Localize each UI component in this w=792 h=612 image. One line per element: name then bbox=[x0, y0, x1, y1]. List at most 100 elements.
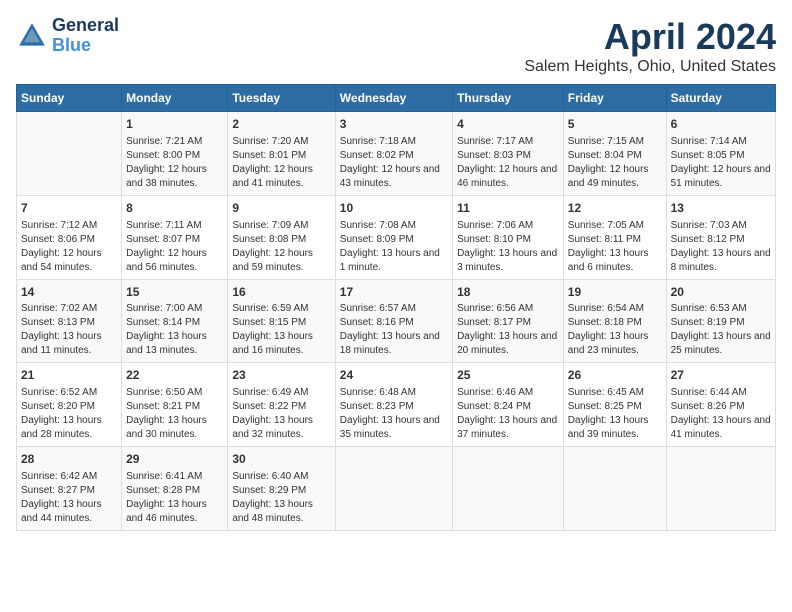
day-info: Sunrise: 6:41 AMSunset: 8:28 PMDaylight:… bbox=[126, 470, 223, 526]
calendar-cell: 6 Sunrise: 7:14 AMSunset: 8:05 PMDaylight… bbox=[666, 112, 775, 196]
calendar-table: SundayMondayTuesdayWednesdayThursdayFrid… bbox=[16, 84, 776, 531]
day-number: 19 bbox=[568, 284, 662, 301]
week-row-1: 7 Sunrise: 7:12 AMSunset: 8:06 PMDaylight… bbox=[17, 195, 776, 279]
day-number: 12 bbox=[568, 200, 662, 217]
day-number: 8 bbox=[126, 200, 223, 217]
day-number: 25 bbox=[457, 367, 559, 384]
day-info: Sunrise: 7:18 AMSunset: 8:02 PMDaylight:… bbox=[340, 135, 448, 191]
day-number: 9 bbox=[232, 200, 330, 217]
calendar-cell: 24 Sunrise: 6:48 AMSunset: 8:23 PMDayligh… bbox=[335, 363, 452, 447]
day-number: 14 bbox=[21, 284, 117, 301]
day-info: Sunrise: 7:11 AMSunset: 8:07 PMDaylight:… bbox=[126, 219, 223, 275]
calendar-cell: 14Sunrise: 7:02 AMSunset: 8:13 PMDayligh… bbox=[17, 279, 122, 363]
calendar-cell: 25 Sunrise: 6:46 AMSunset: 8:24 PMDayligh… bbox=[453, 363, 564, 447]
calendar-cell: 17Sunrise: 6:57 AMSunset: 8:16 PMDayligh… bbox=[335, 279, 452, 363]
day-info: Sunrise: 7:17 AMSunset: 8:03 PMDaylight:… bbox=[457, 135, 559, 191]
day-info: Sunrise: 6:48 AMSunset: 8:23 PMDaylight:… bbox=[340, 386, 448, 442]
day-info: Sunrise: 7:06 AMSunset: 8:10 PMDaylight:… bbox=[457, 219, 559, 275]
day-number: 15 bbox=[126, 284, 223, 301]
day-info: Sunrise: 7:12 AMSunset: 8:06 PMDaylight:… bbox=[21, 219, 117, 275]
week-row-3: 21 Sunrise: 6:52 AMSunset: 8:20 PMDayligh… bbox=[17, 363, 776, 447]
day-info: Sunrise: 6:46 AMSunset: 8:24 PMDaylight:… bbox=[457, 386, 559, 442]
day-number: 4 bbox=[457, 116, 559, 133]
day-number: 13 bbox=[671, 200, 771, 217]
day-number: 17 bbox=[340, 284, 448, 301]
header-friday: Friday bbox=[563, 85, 666, 112]
day-info: Sunrise: 7:09 AMSunset: 8:08 PMDaylight:… bbox=[232, 219, 330, 275]
calendar-cell: 11Sunrise: 7:06 AMSunset: 8:10 PMDayligh… bbox=[453, 195, 564, 279]
day-info: Sunrise: 6:50 AMSunset: 8:21 PMDaylight:… bbox=[126, 386, 223, 442]
day-info: Sunrise: 7:14 AMSunset: 8:05 PMDaylight:… bbox=[671, 135, 771, 191]
day-info: Sunrise: 6:54 AMSunset: 8:18 PMDaylight:… bbox=[568, 302, 662, 358]
day-info: Sunrise: 6:56 AMSunset: 8:17 PMDaylight:… bbox=[457, 302, 559, 358]
day-number: 27 bbox=[671, 367, 771, 384]
calendar-body: 1Sunrise: 7:21 AMSunset: 8:00 PMDaylight… bbox=[17, 112, 776, 531]
day-info: Sunrise: 6:59 AMSunset: 8:15 PMDaylight:… bbox=[232, 302, 330, 358]
day-number: 23 bbox=[232, 367, 330, 384]
calendar-cell: 27 Sunrise: 6:44 AMSunset: 8:26 PMDayligh… bbox=[666, 363, 775, 447]
day-number: 20 bbox=[671, 284, 771, 301]
calendar-cell: 18Sunrise: 6:56 AMSunset: 8:17 PMDayligh… bbox=[453, 279, 564, 363]
logo-text: General Blue bbox=[52, 16, 119, 56]
calendar-cell bbox=[666, 447, 775, 531]
day-info: Sunrise: 7:02 AMSunset: 8:13 PMDaylight:… bbox=[21, 302, 117, 358]
day-number: 1 bbox=[126, 116, 223, 133]
calendar-cell: 3 Sunrise: 7:18 AMSunset: 8:02 PMDaylight… bbox=[335, 112, 452, 196]
day-number: 21 bbox=[21, 367, 117, 384]
calendar-cell bbox=[335, 447, 452, 531]
page-subtitle: Salem Heights, Ohio, United States bbox=[524, 58, 776, 76]
day-info: Sunrise: 6:53 AMSunset: 8:19 PMDaylight:… bbox=[671, 302, 771, 358]
calendar-cell: 8 Sunrise: 7:11 AMSunset: 8:07 PMDaylight… bbox=[122, 195, 228, 279]
week-row-2: 14Sunrise: 7:02 AMSunset: 8:13 PMDayligh… bbox=[17, 279, 776, 363]
day-number: 6 bbox=[671, 116, 771, 133]
day-number: 2 bbox=[232, 116, 330, 133]
day-info: Sunrise: 7:05 AMSunset: 8:11 PMDaylight:… bbox=[568, 219, 662, 275]
calendar-cell: 19Sunrise: 6:54 AMSunset: 8:18 PMDayligh… bbox=[563, 279, 666, 363]
day-info: Sunrise: 6:40 AMSunset: 8:29 PMDaylight:… bbox=[232, 470, 330, 526]
title-block: April 2024 Salem Heights, Ohio, United S… bbox=[524, 16, 776, 76]
calendar-cell: 9 Sunrise: 7:09 AMSunset: 8:08 PMDaylight… bbox=[228, 195, 335, 279]
day-number: 3 bbox=[340, 116, 448, 133]
day-number: 7 bbox=[21, 200, 117, 217]
page-title: April 2024 bbox=[524, 16, 776, 58]
day-number: 26 bbox=[568, 367, 662, 384]
calendar-cell: 22 Sunrise: 6:50 AMSunset: 8:21 PMDayligh… bbox=[122, 363, 228, 447]
header-saturday: Saturday bbox=[666, 85, 775, 112]
header-thursday: Thursday bbox=[453, 85, 564, 112]
week-row-4: 28 Sunrise: 6:42 AMSunset: 8:27 PMDayligh… bbox=[17, 447, 776, 531]
calendar-cell: 16Sunrise: 6:59 AMSunset: 8:15 PMDayligh… bbox=[228, 279, 335, 363]
calendar-cell: 7 Sunrise: 7:12 AMSunset: 8:06 PMDaylight… bbox=[17, 195, 122, 279]
header-wednesday: Wednesday bbox=[335, 85, 452, 112]
page-header: General Blue April 2024 Salem Heights, O… bbox=[16, 16, 776, 76]
day-info: Sunrise: 7:08 AMSunset: 8:09 PMDaylight:… bbox=[340, 219, 448, 275]
day-number: 22 bbox=[126, 367, 223, 384]
day-number: 5 bbox=[568, 116, 662, 133]
header-sunday: Sunday bbox=[17, 85, 122, 112]
calendar-cell: 12 Sunrise: 7:05 AMSunset: 8:11 PMDayligh… bbox=[563, 195, 666, 279]
calendar-header: SundayMondayTuesdayWednesdayThursdayFrid… bbox=[17, 85, 776, 112]
calendar-cell: 30 Sunrise: 6:40 AMSunset: 8:29 PMDayligh… bbox=[228, 447, 335, 531]
calendar-cell: 21 Sunrise: 6:52 AMSunset: 8:20 PMDayligh… bbox=[17, 363, 122, 447]
calendar-cell: 15Sunrise: 7:00 AMSunset: 8:14 PMDayligh… bbox=[122, 279, 228, 363]
day-number: 18 bbox=[457, 284, 559, 301]
day-number: 10 bbox=[340, 200, 448, 217]
logo: General Blue bbox=[16, 16, 119, 56]
calendar-cell: 23Sunrise: 6:49 AMSunset: 8:22 PMDayligh… bbox=[228, 363, 335, 447]
calendar-cell: 5 Sunrise: 7:15 AMSunset: 8:04 PMDaylight… bbox=[563, 112, 666, 196]
calendar-cell: 13Sunrise: 7:03 AMSunset: 8:12 PMDayligh… bbox=[666, 195, 775, 279]
day-info: Sunrise: 6:52 AMSunset: 8:20 PMDaylight:… bbox=[21, 386, 117, 442]
calendar-cell bbox=[453, 447, 564, 531]
day-number: 30 bbox=[232, 451, 330, 468]
calendar-cell bbox=[563, 447, 666, 531]
day-info: Sunrise: 6:57 AMSunset: 8:16 PMDaylight:… bbox=[340, 302, 448, 358]
day-info: Sunrise: 6:44 AMSunset: 8:26 PMDaylight:… bbox=[671, 386, 771, 442]
header-row: SundayMondayTuesdayWednesdayThursdayFrid… bbox=[17, 85, 776, 112]
day-info: Sunrise: 6:45 AMSunset: 8:25 PMDaylight:… bbox=[568, 386, 662, 442]
day-number: 24 bbox=[340, 367, 448, 384]
header-monday: Monday bbox=[122, 85, 228, 112]
day-number: 28 bbox=[21, 451, 117, 468]
calendar-cell: 4 Sunrise: 7:17 AMSunset: 8:03 PMDaylight… bbox=[453, 112, 564, 196]
day-info: Sunrise: 6:42 AMSunset: 8:27 PMDaylight:… bbox=[21, 470, 117, 526]
day-number: 29 bbox=[126, 451, 223, 468]
day-info: Sunrise: 7:15 AMSunset: 8:04 PMDaylight:… bbox=[568, 135, 662, 191]
